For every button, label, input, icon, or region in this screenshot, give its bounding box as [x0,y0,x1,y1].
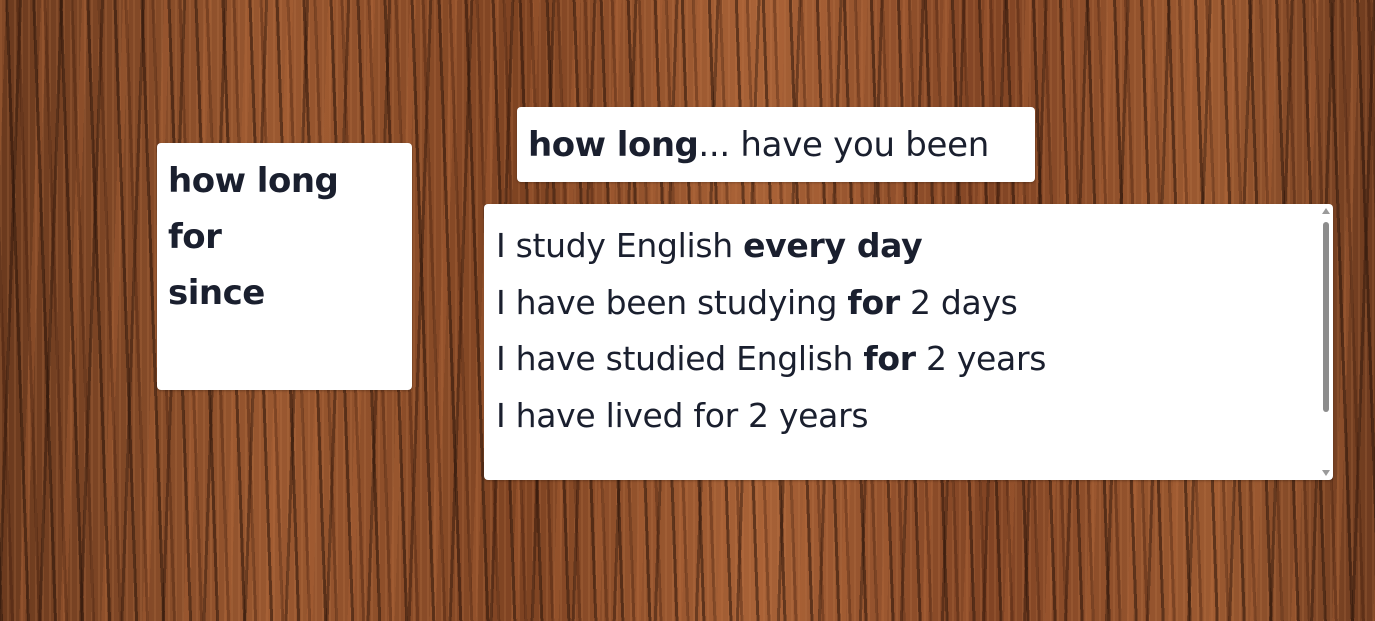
sentence-4: I have lived for 2 years [496,388,1313,445]
scroll-down-arrow-icon[interactable] [1322,470,1330,476]
question-rest: ... have you been [698,124,989,165]
word-bank-card: how long for since [157,143,412,390]
scroll-up-arrow-icon[interactable] [1322,208,1330,214]
word-how-long[interactable]: how long [168,153,402,209]
sentence-3-text: I have studied English [496,339,864,378]
sentence-2-text: I have been studying [496,282,848,322]
word-since[interactable]: since [168,265,402,321]
sentence-4-text: I have lived for 2 years [496,395,869,435]
sentence-3-after: 2 years [915,339,1047,378]
scroll-thumb[interactable] [1323,222,1329,412]
sentence-1-text: I study English [496,226,744,265]
vertical-scrollbar[interactable] [1320,205,1332,479]
sentence-1-highlight: every day [743,226,923,265]
sentence-3-highlight: for [863,339,916,378]
sentence-2: I have been studying for 2 days [496,275,1313,332]
question-keyword: how long [528,124,699,165]
bark-background: { "word_bank": { "words": ["how long", "… [0,0,1375,621]
sentence-2-after: 2 days [899,282,1018,322]
sentence-2-highlight: for [847,282,900,322]
sentence-1: I study English every day [496,218,1313,275]
sentence-3: I have studied English for 2 years [496,331,1313,388]
word-for[interactable]: for [168,209,402,265]
sentences-panel[interactable]: I study English every day I have been st… [484,204,1333,480]
question-chip: how long... have you been [517,107,1035,182]
